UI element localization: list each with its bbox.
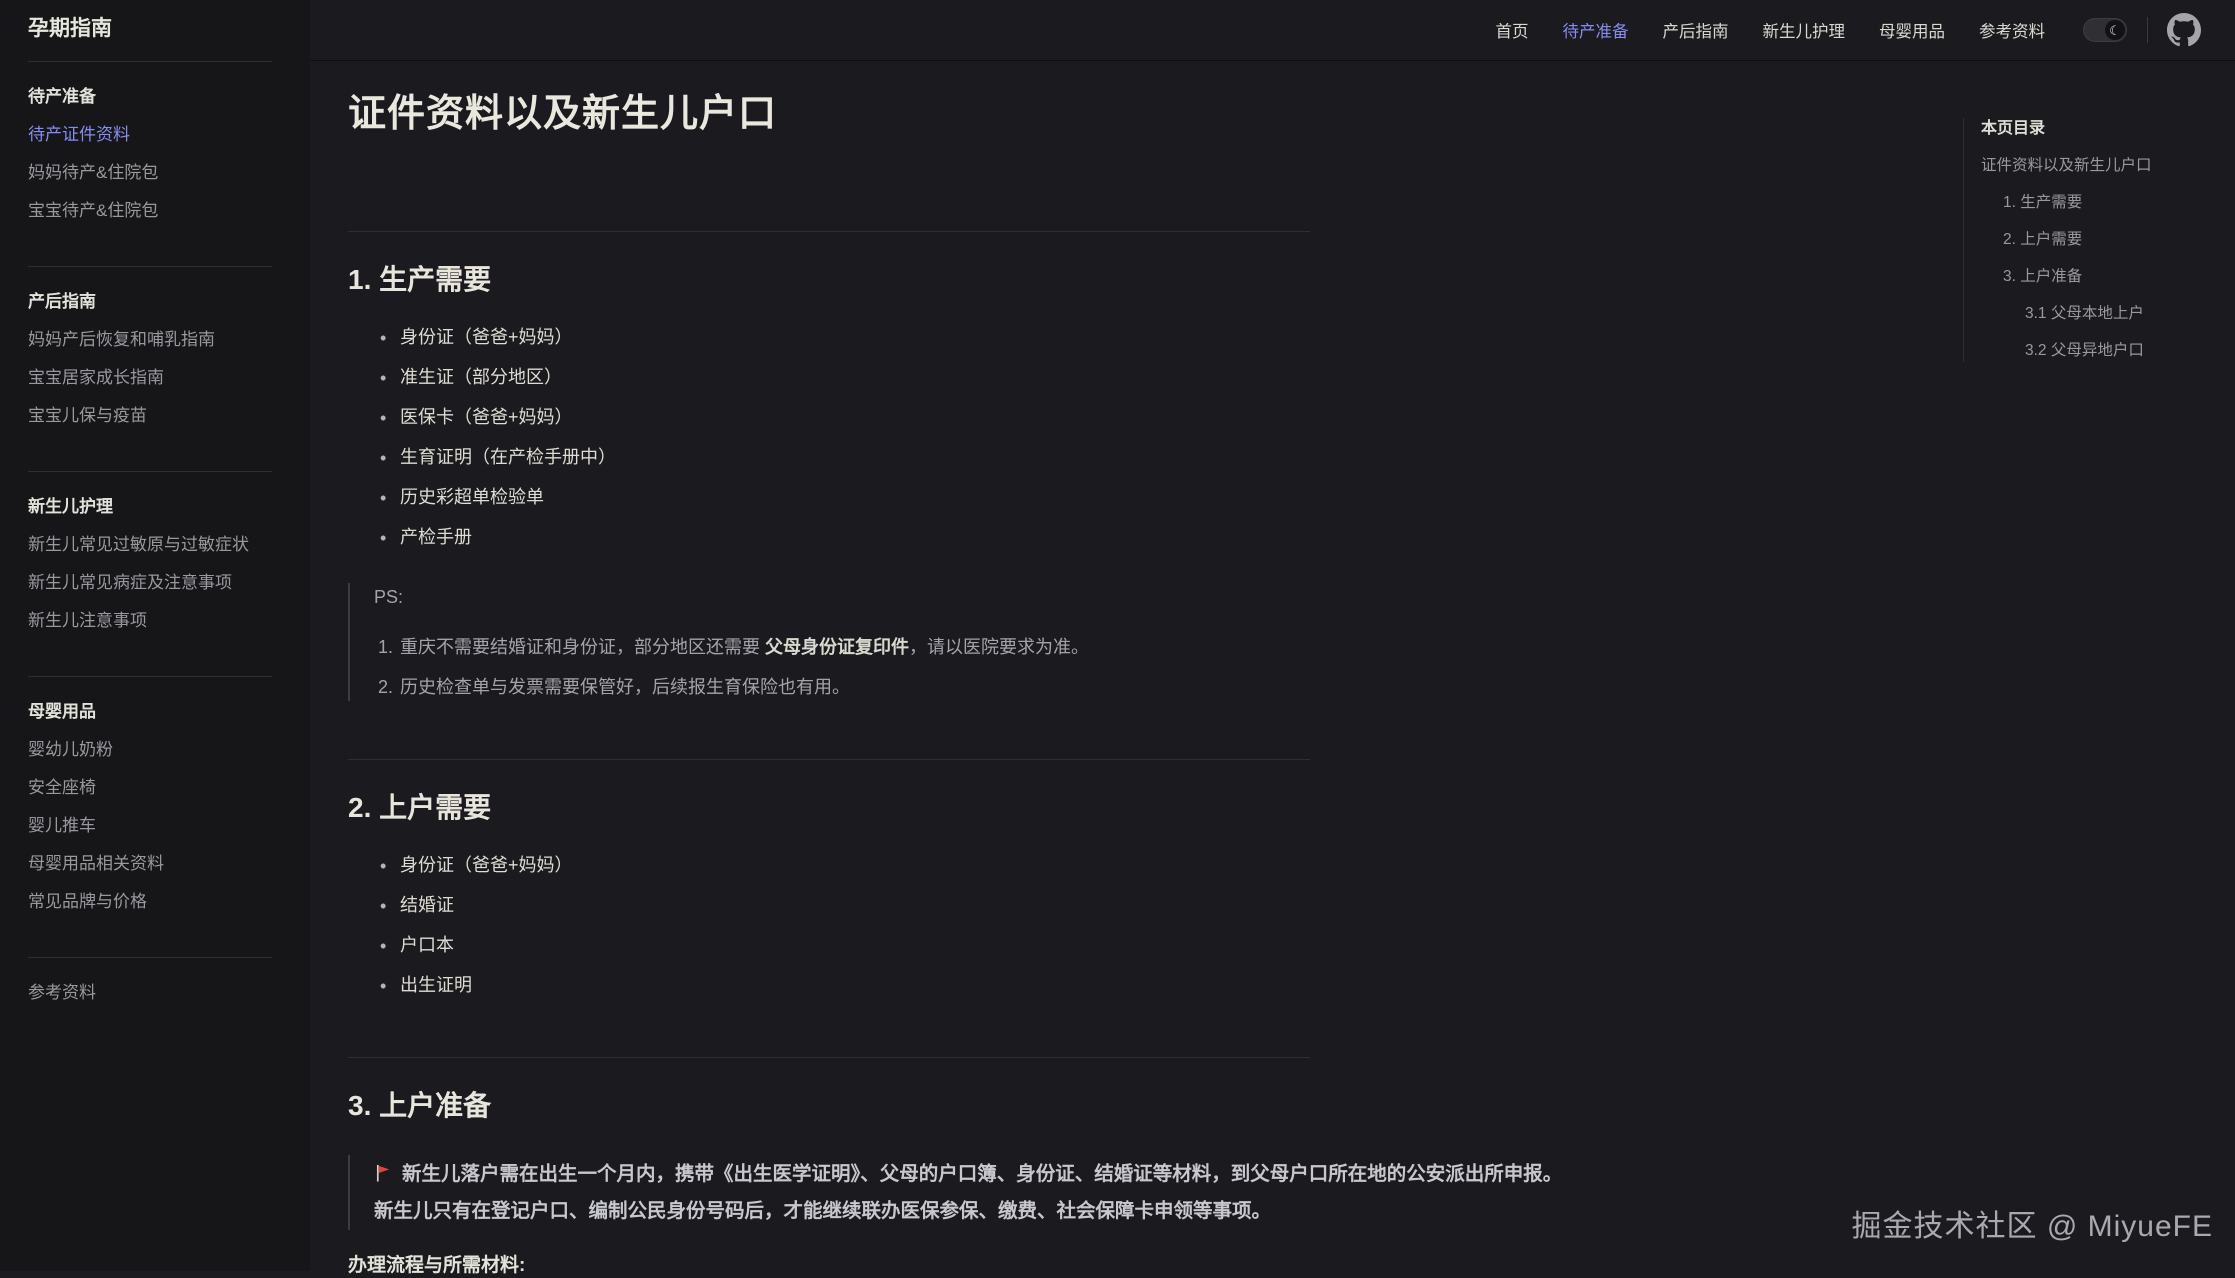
sidebar-item-stroller[interactable]: 婴儿推车 <box>28 815 272 837</box>
nav-item-postpartum[interactable]: 产后指南 <box>1663 18 1729 42</box>
sidebar-item-baby-vaccine[interactable]: 宝宝儿保与疫苗 <box>28 405 272 427</box>
watermark: 掘金技术社区 @ MiyueFE <box>1852 1201 2213 1245</box>
section-heading: 3. 上户准备 <box>348 1087 1598 1125</box>
sidebar-item-references[interactable]: 参考资料 <box>28 982 272 1004</box>
section-registration-prep: 3. 上户准备 新生儿落户需在出生一个月内，携带《出生医学证明》、父母的户口簿、… <box>348 1057 1598 1278</box>
nav-item-baby-products[interactable]: 母婴用品 <box>1879 18 1945 42</box>
sidebar-divider <box>28 61 272 62</box>
nav-item-home[interactable]: 首页 <box>1496 18 1529 42</box>
theme-toggle[interactable]: ☾ <box>2083 18 2127 42</box>
sidebar-group-newborn-care: 新生儿护理 新生儿常见过敏原与过敏症状 新生儿常见病症及注意事项 新生儿注意事项 <box>28 496 272 632</box>
sidebar-item-newborn-allergy[interactable]: 新生儿常见过敏原与过敏症状 <box>28 534 272 556</box>
sidebar-group-postpartum: 产后指南 妈妈产后恢复和哺乳指南 宝宝居家成长指南 宝宝儿保与疫苗 <box>28 291 272 427</box>
sidebar-item-newborn-illness[interactable]: 新生儿常见病症及注意事项 <box>28 572 272 594</box>
list-item: 出生证明 <box>400 973 1598 997</box>
page-title: 证件资料以及新生儿户口 <box>348 89 1598 139</box>
list-item: 历史彩超单检验单 <box>400 485 1598 509</box>
list-item: 1.重庆不需要结婚证和身份证，部分地区还需要 父母身份证复印件，请以医院要求为准… <box>378 635 1598 659</box>
list-item: 身份证（爸爸+妈妈） <box>400 853 1598 877</box>
site-title[interactable]: 孕期指南 <box>28 14 272 44</box>
section-birth-needs: 1. 生产需要 身份证（爸爸+妈妈） 准生证（部分地区） 医保卡（爸爸+妈妈） … <box>348 231 1598 701</box>
bullet-list: 身份证（爸爸+妈妈） 结婚证 户口本 出生证明 <box>348 853 1598 997</box>
sidebar-group-title: 母婴用品 <box>28 701 272 723</box>
list-item: 户口本 <box>400 933 1598 957</box>
list-item: 2.历史检查单与发票需要保管好，后续报生育保险也有用。 <box>378 675 1598 699</box>
sidebar-item-mom-recovery[interactable]: 妈妈产后恢复和哺乳指南 <box>28 329 272 351</box>
sidebar-divider <box>28 266 272 267</box>
sidebar-item-car-seat[interactable]: 安全座椅 <box>28 777 272 799</box>
outline-item-3[interactable]: 3. 上户准备 <box>1981 266 2221 288</box>
sidebar-group-baby-products: 母婴用品 婴幼儿奶粉 安全座椅 婴儿推车 母婴用品相关资料 常见品牌与价格 <box>28 701 272 913</box>
sidebar-group-title: 产后指南 <box>28 291 272 313</box>
section-heading: 1. 生产需要 <box>348 261 1598 299</box>
process-materials-label: 办理流程与所需材料: <box>348 1254 1598 1278</box>
bullet-list: 身份证（爸爸+妈妈） 准生证（部分地区） 医保卡（爸爸+妈妈） 生育证明（在产检… <box>348 325 1598 549</box>
nav-item-newborn-care[interactable]: 新生儿护理 <box>1763 18 1846 42</box>
list-item: 医保卡（爸爸+妈妈） <box>400 405 1598 429</box>
sidebar-item-brands-prices[interactable]: 常见品牌与价格 <box>28 891 272 913</box>
sidebar-divider <box>28 957 272 958</box>
outline-item-1[interactable]: 1. 生产需要 <box>1981 192 2221 214</box>
sidebar-group-prenatal: 待产准备 待产证件资料 妈妈待产&住院包 宝宝待产&住院包 <box>28 86 272 222</box>
sidebar: 孕期指南 待产准备 待产证件资料 妈妈待产&住院包 宝宝待产&住院包 产后指南 … <box>0 0 310 1271</box>
navbar-separator <box>2147 17 2148 43</box>
section-heading: 2. 上户需要 <box>348 789 1598 827</box>
list-item: 结婚证 <box>400 893 1598 917</box>
list-item: 身份证（爸爸+妈妈） <box>400 325 1598 349</box>
nav-item-references[interactable]: 参考资料 <box>1979 18 2045 42</box>
sidebar-item-newborn-notes[interactable]: 新生儿注意事项 <box>28 610 272 632</box>
quote-line-1: 新生儿落户需在出生一个月内，携带《出生医学证明》、父母的户口簿、身份证、结婚证等… <box>402 1163 1562 1185</box>
flag-quote: 新生儿落户需在出生一个月内，携带《出生医学证明》、父母的户口簿、身份证、结婚证等… <box>348 1155 1598 1230</box>
outline-item-3-1[interactable]: 3.1 父母本地上户 <box>1981 303 2221 325</box>
navbar: 首页 待产准备 产后指南 新生儿护理 母婴用品 参考资料 ☾ <box>310 0 2235 61</box>
list-item: 产检手册 <box>400 525 1598 549</box>
outline-item-2[interactable]: 2. 上户需要 <box>1981 229 2221 251</box>
sidebar-group-title: 待产准备 <box>28 86 272 108</box>
list-item: 生育证明（在产检手册中） <box>400 445 1598 469</box>
sidebar-item-formula[interactable]: 婴幼儿奶粉 <box>28 739 272 761</box>
red-flag-icon <box>374 1160 393 1194</box>
sidebar-group-title: 新生儿护理 <box>28 496 272 518</box>
sidebar-item-baby-growth[interactable]: 宝宝居家成长指南 <box>28 367 272 389</box>
sidebar-item-mom-hospital-bag[interactable]: 妈妈待产&住院包 <box>28 162 272 184</box>
ps-label: PS: <box>374 585 1598 609</box>
github-icon <box>2167 13 2201 47</box>
page-outline: 本页目录 证件资料以及新生儿户口 1. 生产需要 2. 上户需要 3. 上户准备… <box>1963 118 2221 362</box>
quote-line-2: 新生儿只有在登记户口、编制公民身份号码后，才能继续联办医保参保、缴费、社会保障卡… <box>374 1194 1598 1228</box>
ps-list: 1.重庆不需要结婚证和身份证，部分地区还需要 父母身份证复印件，请以医院要求为准… <box>374 635 1598 699</box>
outline-title: 本页目录 <box>1981 118 2221 140</box>
ps-note-blockquote: PS: 1.重庆不需要结婚证和身份证，部分地区还需要 父母身份证复印件，请以医院… <box>348 583 1598 701</box>
list-item: 准生证（部分地区） <box>400 365 1598 389</box>
outline-item-3-2[interactable]: 3.2 父母异地户口 <box>1981 340 2221 362</box>
outline-item-page[interactable]: 证件资料以及新生儿户口 <box>1981 155 2221 177</box>
moon-icon: ☾ <box>2105 20 2125 40</box>
sidebar-group-references: 参考资料 <box>28 982 272 1004</box>
section-registration-needs: 2. 上户需要 身份证（爸爸+妈妈） 结婚证 户口本 出生证明 <box>348 759 1598 997</box>
sidebar-item-products-refs[interactable]: 母婴用品相关资料 <box>28 853 272 875</box>
sidebar-item-baby-hospital-bag[interactable]: 宝宝待产&住院包 <box>28 200 272 222</box>
sidebar-divider <box>28 676 272 677</box>
main-content: 证件资料以及新生儿户口 1. 生产需要 身份证（爸爸+妈妈） 准生证（部分地区）… <box>348 61 1598 1278</box>
sidebar-divider <box>28 471 272 472</box>
nav-item-prenatal[interactable]: 待产准备 <box>1563 18 1629 42</box>
sidebar-item-prenatal-documents[interactable]: 待产证件资料 <box>28 124 272 146</box>
github-link[interactable] <box>2167 13 2201 47</box>
